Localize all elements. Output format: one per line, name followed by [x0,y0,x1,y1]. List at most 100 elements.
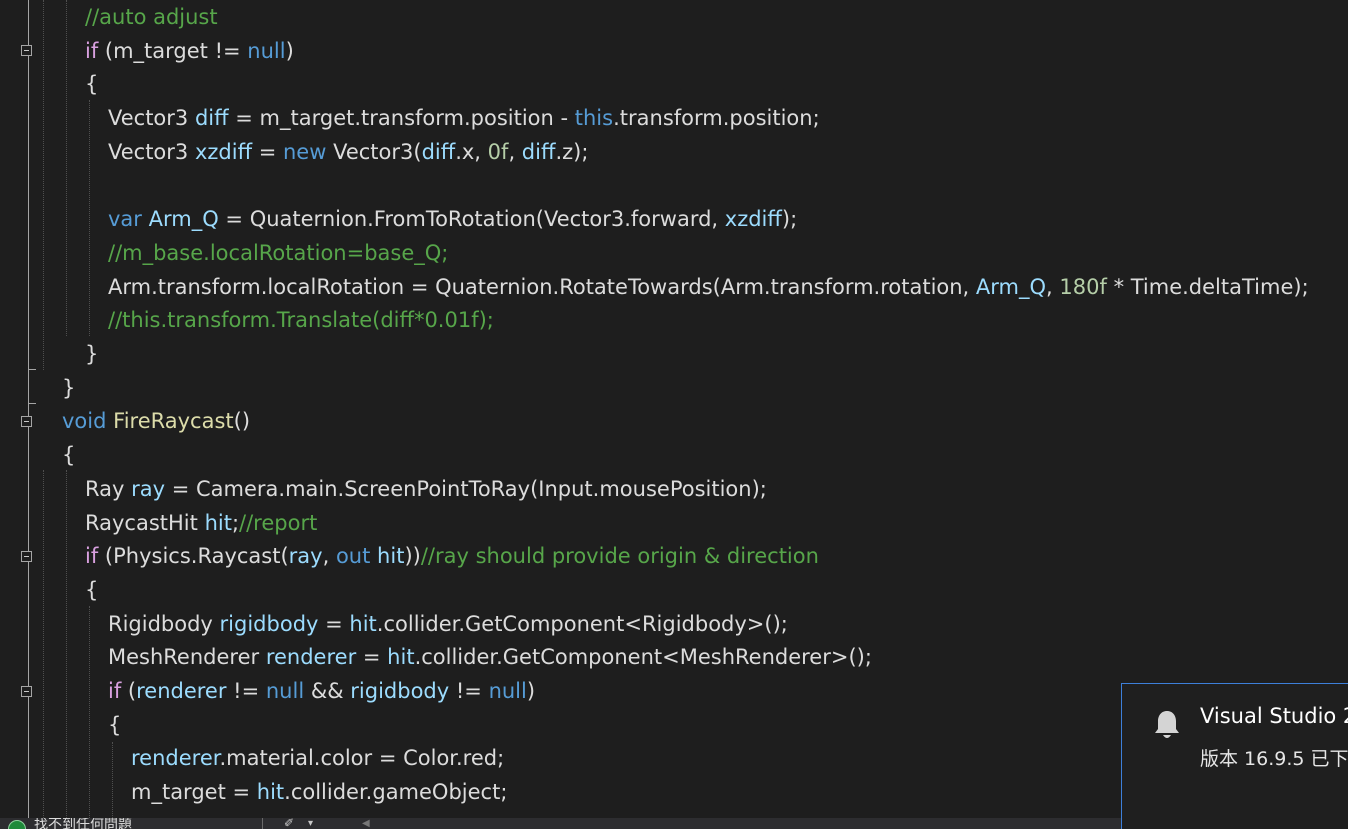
notification-title: Visual Studio 2019 [1200,704,1348,728]
outline-end-tick [28,369,36,370]
code-token: } [62,375,76,400]
code-line[interactable]: { [108,708,121,742]
code-token: hit [349,611,377,636]
code-line[interactable]: var Arm_Q = Quaternion.FromToRotation(Ve… [108,202,797,236]
code-token: , [1046,274,1060,299]
code-token: , [508,139,522,164]
code-token: .transform.position; [613,106,820,131]
code-token: , [322,544,336,569]
indent-guide [43,0,44,370]
code-token: //report [239,510,318,535]
code-token: = [356,645,388,670]
code-line[interactable]: //m_base.localRotation=base_Q; [108,236,448,270]
code-token: ; [231,510,240,535]
code-token: m_target = [131,780,257,805]
code-token: { [108,712,122,737]
code-line[interactable]: } [62,371,75,405]
code-token: () [233,409,251,434]
code-line[interactable]: m_target = hit.collider.gameObject; [131,775,507,809]
code-token: renderer [265,645,357,670]
code-line[interactable]: { [62,438,75,472]
indent-guide [66,470,67,818]
code-token: Arm_Q [148,207,219,232]
code-line[interactable]: Vector3 diff = m_target.transform.positi… [108,101,820,135]
indent-guide [43,470,44,818]
code-token: diff [521,139,556,164]
code-token: ray [131,476,166,501]
code-token: ) [285,38,294,63]
collapse-toggle-icon[interactable] [21,416,32,427]
indent-guide [66,0,67,336]
code-token: null [247,38,286,63]
code-token: hit [387,645,415,670]
code-token: Rigidbody [108,611,220,636]
code-line[interactable]: //this.transform.Translate(diff*0.01f); [108,303,494,337]
code-line[interactable]: MeshRenderer renderer = hit.collider.Get… [108,640,872,674]
code-token: Ray [85,476,132,501]
code-token: .collider.GetComponent<Rigidbody>(); [376,611,788,636]
code-token: renderer [131,746,220,771]
code-line[interactable]: if (renderer != null && rigidbody != nul… [108,674,535,708]
code-token: if [85,544,99,569]
code-token: Vector3 [108,106,195,131]
chevron-down-icon[interactable]: ▾ [308,818,313,829]
code-line[interactable]: void FireRaycast() [62,404,250,438]
code-line[interactable]: Arm.transform.localRotation = Quaternion… [108,270,1309,304]
code-token: this [574,106,614,131]
code-token: .collider.gameObject; [284,780,508,805]
code-token: { [85,577,99,602]
code-token: .z); [555,139,589,164]
code-token: null [265,679,305,703]
code-editor[interactable]: //auto adjust if (m_target != null) { Vecto… [0,0,1348,829]
code-token: hit [377,544,405,569]
collapse-toggle-icon[interactable] [21,686,32,697]
code-token: ); [781,207,798,232]
collapse-toggle-icon[interactable] [21,45,32,56]
code-token: } [85,342,99,366]
code-line[interactable]: Vector3 xzdiff = new Vector3(diff.x, 0f,… [108,135,588,169]
code-token: diff [421,139,456,164]
code-token: new [283,139,327,164]
issues-status[interactable]: 找不到任何問題 [34,818,132,829]
notification-toast[interactable]: Visual Studio 2019 版本 16.9.5 已下載 [1121,683,1348,829]
arrow-left-icon[interactable]: ◀ [362,818,370,829]
code-token: //ray should provide origin & direction [420,544,819,569]
code-line[interactable]: if (m_target != null) [85,34,294,68]
code-line[interactable]: if (Physics.Raycast(ray, out hit))//ray … [85,539,819,573]
code-token: ) [526,679,536,703]
code-token: .collider.GetComponent<MeshRenderer>(); [414,645,872,670]
code-token: MeshRenderer [108,645,266,670]
outline-end-tick [28,403,36,404]
collapse-toggle-icon[interactable] [21,551,32,562]
check-circle-icon[interactable] [8,820,26,829]
code-token: RaycastHit [85,510,205,535]
code-line[interactable]: renderer.material.color = Color.red; [131,741,504,775]
code-line[interactable]: RaycastHit hit;//report [85,506,317,540]
code-line[interactable]: Rigidbody rigidbody = hit.collider.GetCo… [108,607,788,641]
code-token: ray [288,544,323,569]
code-token: Arm.transform.localRotation = Quaternion… [108,274,976,299]
code-token: ( [121,679,137,703]
code-line[interactable]: Ray ray = Camera.main.ScreenPointToRay(I… [85,472,767,506]
code-line[interactable]: { [85,67,98,101]
code-token: rigidbody [350,679,450,703]
code-token: out [335,544,371,569]
code-line[interactable]: } [85,337,98,371]
code-token: diff [194,106,229,131]
code-token: = m_target.transform.position - [228,106,575,131]
paintbrush-icon[interactable]: ✐ [284,818,300,829]
bell-icon [1155,711,1179,738]
code-token: rigidbody [219,611,319,636]
code-line[interactable]: { [85,573,98,607]
code-line[interactable]: //auto adjust [85,0,218,34]
code-token: xzdiff [724,207,782,232]
notification-body: 版本 16.9.5 已下載 [1200,748,1348,770]
code-token: != [226,679,266,703]
code-token: != [449,679,489,703]
code-token: if [85,38,99,63]
indent-guide [89,100,90,336]
code-token: var [108,207,142,232]
code-token: { [85,72,99,97]
code-token: = [252,139,283,164]
status-divider [262,818,263,829]
